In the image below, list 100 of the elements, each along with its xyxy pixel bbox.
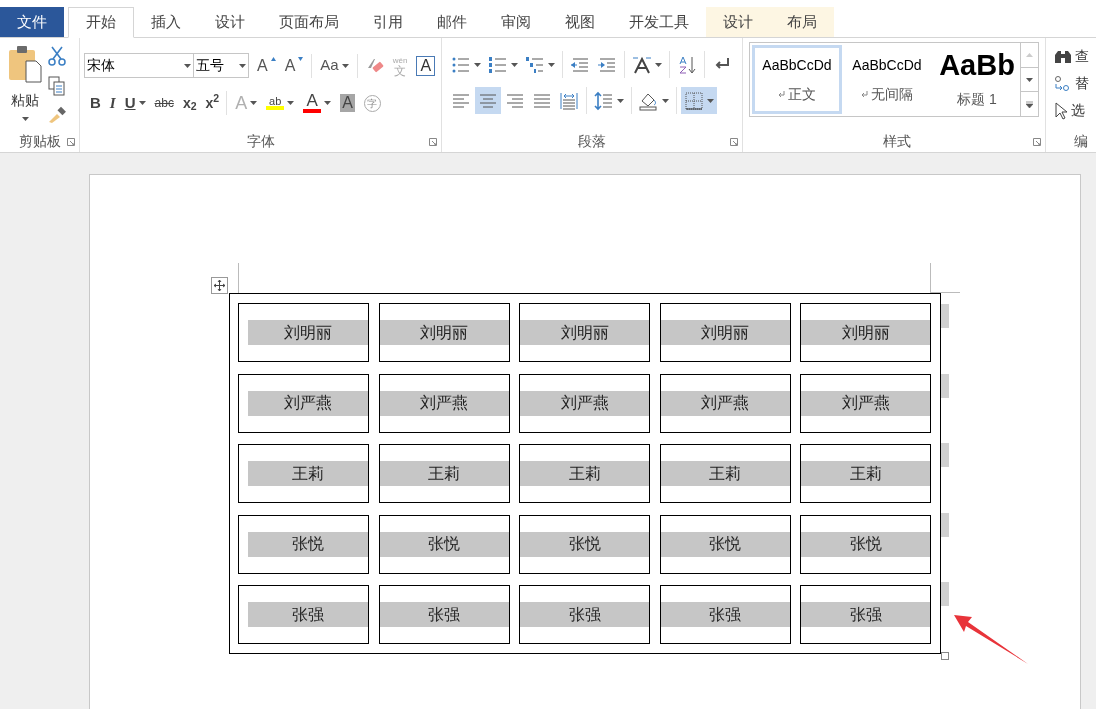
row-end-mark xyxy=(941,373,949,398)
shaded-text: 张强 xyxy=(520,602,649,627)
spacing-icon xyxy=(594,90,614,111)
format-button[interactable]: U xyxy=(120,91,150,115)
ribbon-tab[interactable]: 开始 xyxy=(68,7,134,38)
format-button[interactable]: A xyxy=(280,53,308,78)
group-label: 字体 xyxy=(246,131,275,151)
numbering-icon xyxy=(488,54,508,75)
dialog-launcher-icon[interactable] xyxy=(1033,138,1041,146)
cursor-icon xyxy=(1054,101,1068,120)
format-button[interactable]: A xyxy=(299,91,336,115)
style-name: 正文 xyxy=(788,84,816,104)
caret-icon xyxy=(324,101,332,105)
replace-icon xyxy=(1054,74,1072,93)
caret-icon xyxy=(662,98,669,103)
shaded-text: 张悦 xyxy=(801,531,930,557)
paragraph-mark-icon xyxy=(778,90,785,98)
row-end-mark xyxy=(941,443,949,468)
caret-icon xyxy=(474,62,481,67)
shaded-text: 张悦 xyxy=(520,531,649,557)
format-button[interactable]: ab xyxy=(262,91,299,115)
format-button[interactable]: I xyxy=(105,91,120,115)
format-button[interactable]: x$^{2}$ xyxy=(201,91,224,115)
editing-button[interactable]: 替 xyxy=(1054,72,1096,95)
style-preview: AaBbCcDd xyxy=(762,55,832,75)
ribbon-tab[interactable]: 开发工具 xyxy=(612,7,706,37)
caret-icon xyxy=(138,101,146,105)
scissors-icon[interactable] xyxy=(48,46,66,66)
shaded-text: 刘明丽 xyxy=(520,320,649,345)
format-button[interactable]: B xyxy=(86,91,105,115)
ribbon-tab[interactable]: 引用 xyxy=(356,7,420,37)
ribbon-tab[interactable]: 审阅 xyxy=(484,7,548,37)
style-name: 标题 1 xyxy=(957,90,997,109)
style-gallery-item[interactable]: AaBbCcDd 无间隔 xyxy=(842,45,932,114)
ribbon-tab[interactable]: 邮件 xyxy=(420,7,484,37)
group-label: 段落 xyxy=(578,131,606,151)
caret-icon xyxy=(287,101,295,105)
format-button[interactable]: A xyxy=(336,91,359,115)
shaded-text: 刘明丽 xyxy=(379,320,509,345)
shaded-text: 王莉 xyxy=(379,461,509,486)
caret-icon xyxy=(655,62,662,67)
shaded-text: 张强 xyxy=(379,602,509,627)
caret-icon xyxy=(548,62,555,67)
clipboard-icon xyxy=(7,44,43,84)
table-move-handle[interactable] xyxy=(211,277,228,294)
style-preview: AaBbCcDd xyxy=(852,55,922,75)
format-button[interactable]: abc xyxy=(150,91,178,115)
ribbon-tab[interactable]: 页面布局 xyxy=(262,7,356,37)
style-gallery-item[interactable]: AaBbCcDd 正文 xyxy=(752,45,842,114)
more-icon xyxy=(1026,100,1033,108)
caret-icon xyxy=(341,63,349,68)
font-name-dropdown[interactable]: 宋体 xyxy=(84,53,194,78)
shaded-text: 张悦 xyxy=(248,531,368,557)
shaded-text: 刘明丽 xyxy=(248,320,368,345)
format-button[interactable]: x$_{2}$ xyxy=(178,91,201,115)
shaded-text: 王莉 xyxy=(520,461,649,486)
format-button[interactable]: A xyxy=(253,53,280,78)
ribbon-tab[interactable]: 布局 xyxy=(770,7,834,37)
shaded-text: 张悦 xyxy=(379,531,509,557)
ribbon-tab[interactable]: 设计 xyxy=(198,7,262,37)
up-tick-icon xyxy=(270,56,276,61)
down-tick-icon xyxy=(298,56,304,61)
sort-icon xyxy=(677,54,697,75)
paragraph-mark-icon xyxy=(861,90,868,98)
caret-icon xyxy=(239,63,246,68)
editing-button[interactable]: 选 xyxy=(1054,99,1096,122)
group-label: 编 xyxy=(1074,131,1088,151)
shaded-text: 刘严燕 xyxy=(660,390,790,416)
multilevel-icon xyxy=(525,54,545,75)
ribbon-tab[interactable]: 插入 xyxy=(134,7,198,37)
table-resize-handle[interactable] xyxy=(941,652,949,660)
caret-icon xyxy=(250,101,258,105)
row-end-mark xyxy=(941,582,949,607)
paste-button[interactable]: 粘贴 xyxy=(6,44,44,130)
asian-icon xyxy=(632,54,652,75)
ribbon-tab[interactable]: 设计 xyxy=(706,7,770,37)
font-size-dropdown[interactable]: 五号 xyxy=(193,53,249,78)
paste-label: 粘贴 xyxy=(11,91,39,110)
shaded-text: 刘严燕 xyxy=(248,390,368,416)
shaded-text: 王莉 xyxy=(801,461,930,486)
caret-icon xyxy=(1026,77,1033,82)
copy-icon[interactable] xyxy=(48,76,66,96)
format-button[interactable]: Aa xyxy=(316,53,353,78)
shaded-text: 刘严燕 xyxy=(520,390,649,416)
shaded-text: 刘明丽 xyxy=(801,320,930,345)
distribute-icon xyxy=(559,90,579,111)
shaded-text: 刘明丽 xyxy=(660,320,790,345)
ribbon-tab[interactable]: 文件 xyxy=(0,7,64,37)
style-gallery-item[interactable]: AaBb 标题 1 xyxy=(932,45,1020,114)
editing-button[interactable]: 查 xyxy=(1054,45,1096,68)
format-painter-icon[interactable] xyxy=(48,106,66,124)
shaded-text: 刘严燕 xyxy=(801,390,930,416)
paragraph-button[interactable] xyxy=(681,87,717,114)
ribbon-tab[interactable]: 视图 xyxy=(548,7,612,37)
style-name: 无间隔 xyxy=(871,84,913,104)
dialog-launcher-icon[interactable] xyxy=(67,138,75,146)
caret-icon xyxy=(21,117,29,121)
style-preview: AaBb xyxy=(939,49,1015,81)
dialog-launcher-icon[interactable] xyxy=(730,138,738,146)
dialog-launcher-icon[interactable] xyxy=(429,138,437,146)
